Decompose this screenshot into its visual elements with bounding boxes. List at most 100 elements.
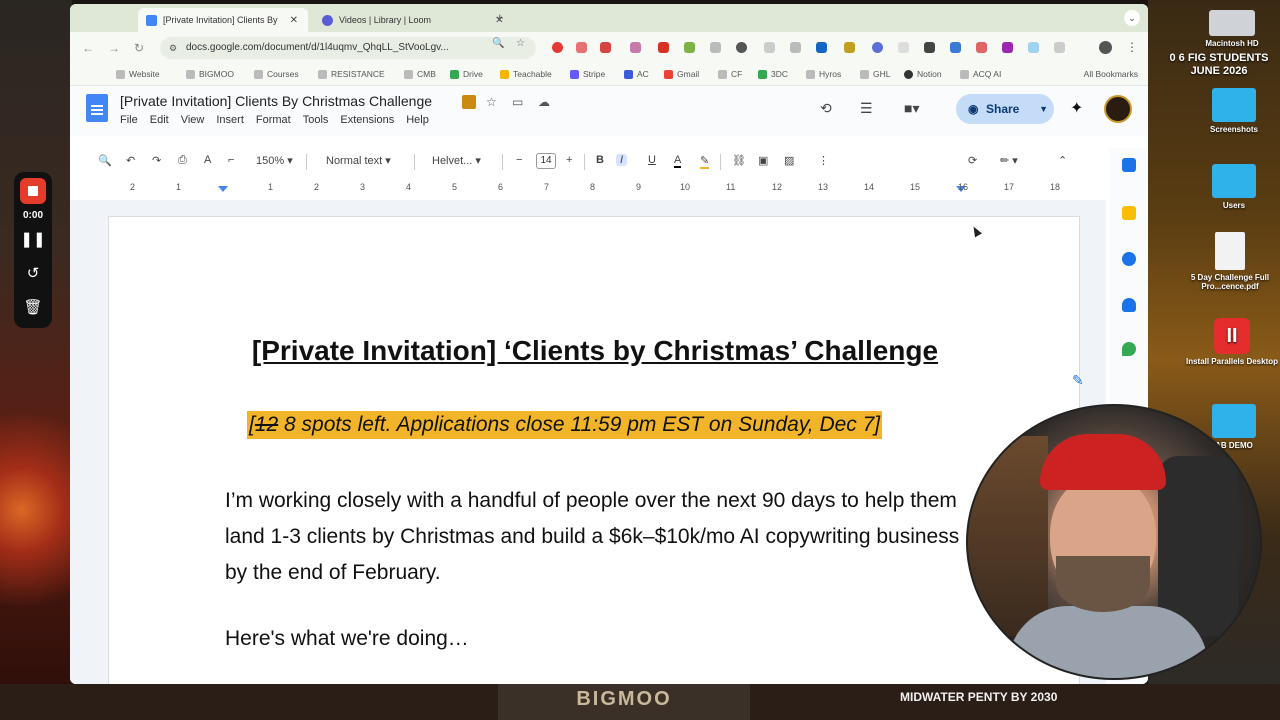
- bookmark-item[interactable]: CF: [718, 69, 742, 79]
- body-paragraph-2[interactable]: Here's what we're doing…: [225, 627, 469, 651]
- desktop-item-macintosh-hd[interactable]: Macintosh HD: [1184, 10, 1280, 48]
- body-paragraph[interactable]: I’m working closely with a handful of pe…: [225, 483, 965, 591]
- move-folder-icon[interactable]: ▭: [512, 95, 523, 109]
- horizontal-ruler[interactable]: 2 1 1 2 3 4 5 6 7 8 9 10 11 12 13 14 15 …: [100, 180, 1110, 194]
- text-color-icon[interactable]: A: [674, 154, 682, 168]
- menu-extensions[interactable]: Extensions: [340, 114, 394, 126]
- new-tab-button[interactable]: +: [496, 10, 504, 25]
- bookmark-item[interactable]: Gmail: [664, 69, 699, 79]
- extension-icon[interactable]: [552, 42, 563, 53]
- extension-icon[interactable]: [872, 42, 883, 53]
- browser-menu-icon[interactable]: ⋮: [1126, 40, 1138, 54]
- bookmark-item[interactable]: Website: [116, 69, 160, 79]
- reload-icon[interactable]: ↻: [134, 41, 144, 55]
- zoom-select[interactable]: 150% ▾: [256, 154, 293, 167]
- menu-format[interactable]: Format: [256, 114, 291, 126]
- insert-link-icon[interactable]: ⛓: [732, 154, 746, 167]
- gemini-icon[interactable]: ✦: [1070, 98, 1083, 118]
- bookmark-item[interactable]: AC: [624, 69, 649, 79]
- tab-search-icon[interactable]: ⌄: [1124, 10, 1140, 26]
- version-history-icon[interactable]: ⟲: [820, 100, 832, 117]
- menu-file[interactable]: File: [120, 114, 138, 126]
- pencil-edit-icon[interactable]: ✎: [1072, 372, 1084, 389]
- style-select[interactable]: Normal text ▾: [326, 154, 391, 167]
- increase-font-icon[interactable]: +: [566, 154, 572, 166]
- bold-icon[interactable]: B: [596, 154, 604, 166]
- extension-icon[interactable]: [576, 42, 587, 53]
- editing-mode-icon[interactable]: ✏ ▾: [1000, 154, 1018, 167]
- bookmark-item[interactable]: Drive: [450, 69, 483, 79]
- extension-icon[interactable]: [950, 42, 961, 53]
- add-comment-icon[interactable]: ▣: [758, 154, 768, 167]
- extension-icon[interactable]: [600, 42, 611, 53]
- extension-icon[interactable]: [976, 42, 987, 53]
- tab-google-doc[interactable]: [Private Invitation] Clients By ✕: [138, 8, 308, 32]
- insert-image-icon[interactable]: ▨: [784, 154, 794, 167]
- menu-help[interactable]: Help: [406, 114, 429, 126]
- bookmark-star-icon[interactable]: ☆: [516, 38, 525, 49]
- extension-icon[interactable]: [1028, 42, 1039, 53]
- tasks-icon[interactable]: [1122, 252, 1136, 266]
- desktop-item-parallels[interactable]: II Install Parallels Desktop: [1184, 318, 1280, 366]
- extension-icon[interactable]: [630, 42, 641, 53]
- hide-menus-icon[interactable]: ⌃: [1058, 154, 1067, 167]
- star-icon[interactable]: ☆: [486, 95, 497, 109]
- docs-logo-icon[interactable]: [86, 94, 108, 122]
- trash-icon[interactable]: 🗑: [14, 298, 52, 316]
- menu-insert[interactable]: Insert: [216, 114, 244, 126]
- maps-icon[interactable]: [1122, 342, 1136, 356]
- document-page[interactable]: [Private Invitation] ‘Clients by Christm…: [108, 216, 1080, 684]
- more-options-icon[interactable]: ⋮: [818, 154, 829, 167]
- profile-avatar[interactable]: [1099, 41, 1112, 54]
- extensions-puzzle-icon[interactable]: [1054, 42, 1065, 53]
- forward-icon[interactable]: →: [108, 41, 120, 55]
- keep-icon[interactable]: [1122, 206, 1136, 220]
- font-size-input[interactable]: 14: [536, 153, 556, 169]
- close-tab-icon[interactable]: ✕: [290, 15, 298, 26]
- zoom-icon[interactable]: 🔍: [492, 38, 504, 49]
- extension-icon[interactable]: [816, 42, 827, 53]
- bookmark-item[interactable]: 3DC: [758, 69, 788, 79]
- sync-icon[interactable]: ⟳: [968, 154, 977, 167]
- search-menus-icon[interactable]: 🔍: [98, 154, 112, 167]
- bookmark-item[interactable]: CMB: [404, 69, 436, 79]
- bookmark-item[interactable]: Hyros: [806, 69, 841, 79]
- bookmark-item[interactable]: Courses: [254, 69, 299, 79]
- indent-marker-icon[interactable]: [218, 186, 228, 192]
- url-input[interactable]: ⚙ docs.google.com/document/d/1l4uqmv_Qhq…: [160, 37, 536, 59]
- restart-icon[interactable]: ↺: [14, 264, 52, 282]
- user-avatar[interactable]: [1104, 95, 1132, 123]
- extension-icon[interactable]: [764, 42, 775, 53]
- undo-icon[interactable]: ↶: [126, 154, 135, 167]
- highlighted-notice[interactable]: [12 8 spots left. Applications close 11:…: [247, 411, 883, 439]
- slides-badge-icon[interactable]: [462, 95, 476, 109]
- menu-view[interactable]: View: [181, 114, 205, 126]
- desktop-item-screenshots[interactable]: Screenshots: [1186, 88, 1280, 134]
- bookmark-item[interactable]: Stripe: [570, 69, 605, 79]
- all-bookmarks-button[interactable]: All Bookmarks: [1084, 69, 1138, 79]
- spellcheck-icon[interactable]: A: [204, 154, 211, 166]
- extension-icon[interactable]: [710, 42, 721, 53]
- document-heading[interactable]: [Private Invitation] ‘Clients by Christm…: [109, 335, 1081, 367]
- paint-format-icon[interactable]: ⌐: [228, 154, 234, 166]
- contacts-icon[interactable]: [1122, 298, 1136, 312]
- underline-icon[interactable]: U: [648, 154, 656, 166]
- menu-edit[interactable]: Edit: [150, 114, 169, 126]
- extension-icon[interactable]: [924, 42, 935, 53]
- extension-icon[interactable]: [736, 42, 747, 53]
- site-info-icon[interactable]: ⚙: [169, 37, 177, 59]
- pause-icon[interactable]: ❚❚: [14, 230, 52, 248]
- extension-icon[interactable]: [684, 42, 695, 53]
- desktop-item-users[interactable]: Users: [1186, 164, 1280, 210]
- comments-icon[interactable]: ☰: [860, 100, 873, 117]
- bookmark-item[interactable]: Teachable: [500, 69, 552, 79]
- bookmark-item[interactable]: GHL: [860, 69, 890, 79]
- font-select[interactable]: Helvet... ▾: [432, 154, 481, 167]
- bookmark-item[interactable]: BIGMOO: [186, 69, 234, 79]
- share-button[interactable]: ◉ Share ▼: [956, 94, 1054, 124]
- bookmark-item[interactable]: ACQ AI: [960, 69, 1001, 79]
- extension-icon[interactable]: [658, 42, 669, 53]
- share-dropdown-icon[interactable]: ▼: [1039, 94, 1048, 124]
- redo-icon[interactable]: ↷: [152, 154, 161, 167]
- stop-recording-button[interactable]: [20, 178, 46, 204]
